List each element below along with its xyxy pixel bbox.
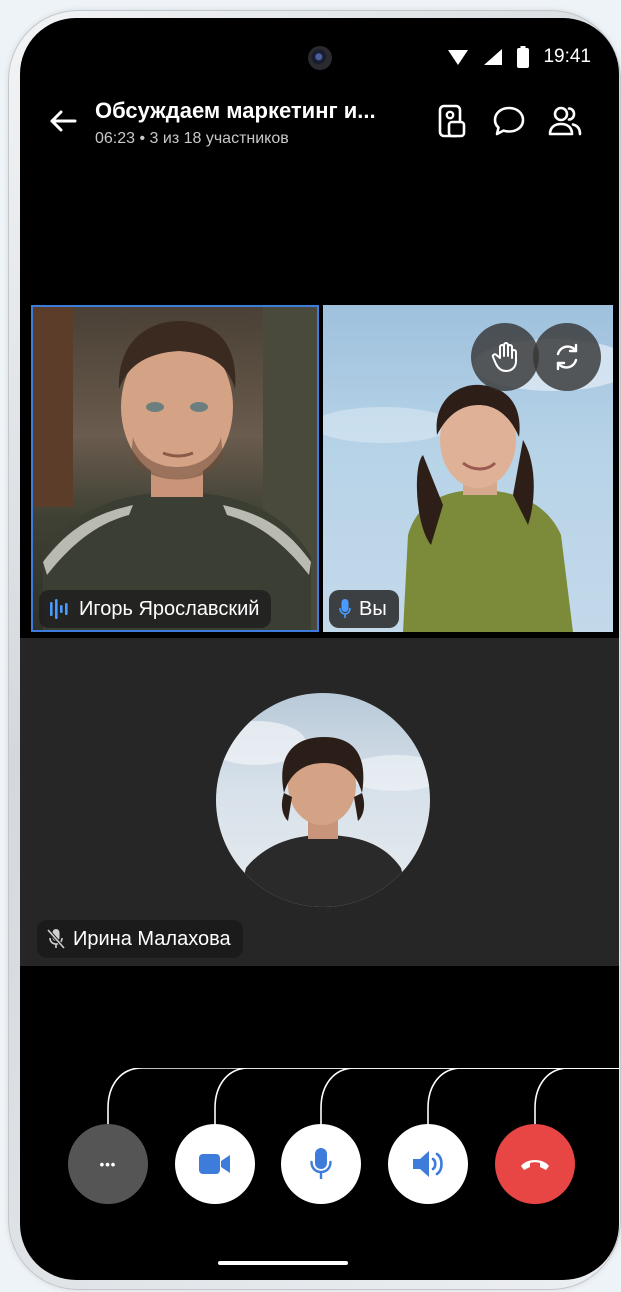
microphone-toggle-button[interactable]: [281, 1124, 361, 1204]
battery-icon: [517, 46, 530, 68]
participant-tile-you[interactable]: Вы: [323, 305, 613, 632]
call-header: Обсуждаем маркетинг и... 06:23 • 3 из 18…: [20, 88, 619, 158]
call-subtitle: 06:23 • 3 из 18 участников: [95, 130, 289, 147]
status-bar: 19:41: [447, 43, 591, 71]
avatar-photo: [216, 721, 430, 907]
home-indicator[interactable]: [218, 1261, 348, 1265]
call-title: Обсуждаем маркетинг и...: [95, 98, 376, 123]
end-call-icon: [521, 1160, 549, 1170]
switch-camera-button[interactable]: [533, 323, 601, 391]
speaker-toggle-button[interactable]: [388, 1124, 468, 1204]
speaker-icon: [413, 1151, 443, 1177]
wifi-icon: [448, 50, 469, 65]
name-chip-you: Вы: [329, 590, 399, 628]
speaking-indicator-icon: [50, 599, 68, 619]
camera-toggle-button[interactable]: [175, 1124, 255, 1204]
raise-hand-icon: [491, 342, 517, 372]
participant-tile-igor[interactable]: Игорь Ярославский: [31, 305, 319, 632]
call-controls: •••: [20, 1068, 619, 1208]
participant-video-igor: [33, 307, 317, 630]
more-options-button[interactable]: •••: [68, 1124, 148, 1204]
end-call-button[interactable]: [495, 1124, 575, 1204]
microphone-icon: [310, 1148, 332, 1179]
screen-share-icon: [438, 104, 466, 138]
call-screen: 19:41 Обсуждаем маркетинг и... 06:23 • 3…: [20, 18, 619, 1280]
switch-camera-icon: [556, 343, 578, 371]
front-camera: [308, 46, 332, 70]
video-camera-icon: [199, 1154, 230, 1174]
chat-button[interactable]: [490, 102, 528, 140]
participant-name: Вы: [359, 597, 387, 620]
status-time: 19:41: [543, 46, 591, 67]
cellular-signal-icon: [484, 49, 503, 65]
participant-name: Игорь Ярославский: [79, 597, 260, 620]
microphone-on-icon: [339, 599, 351, 618]
chat-bubble-icon: [493, 106, 525, 136]
name-chip-igor: Игорь Ярославский: [39, 590, 272, 628]
screen-share-button[interactable]: [433, 102, 471, 140]
name-chip-irina: Ирина Малахова: [37, 920, 243, 958]
back-arrow-icon: [50, 110, 77, 132]
microphone-muted-icon: [47, 929, 65, 949]
participants-button[interactable]: [546, 102, 584, 140]
avatar-irina: [216, 693, 430, 907]
participants-icon: [548, 106, 582, 136]
raise-hand-button[interactable]: [471, 323, 539, 391]
participant-tile-irina[interactable]: Ирина Малахова: [20, 638, 619, 966]
more-dots-icon: •••: [99, 1156, 117, 1172]
back-button[interactable]: [46, 104, 80, 138]
participant-name: Ирина Малахова: [73, 927, 231, 950]
